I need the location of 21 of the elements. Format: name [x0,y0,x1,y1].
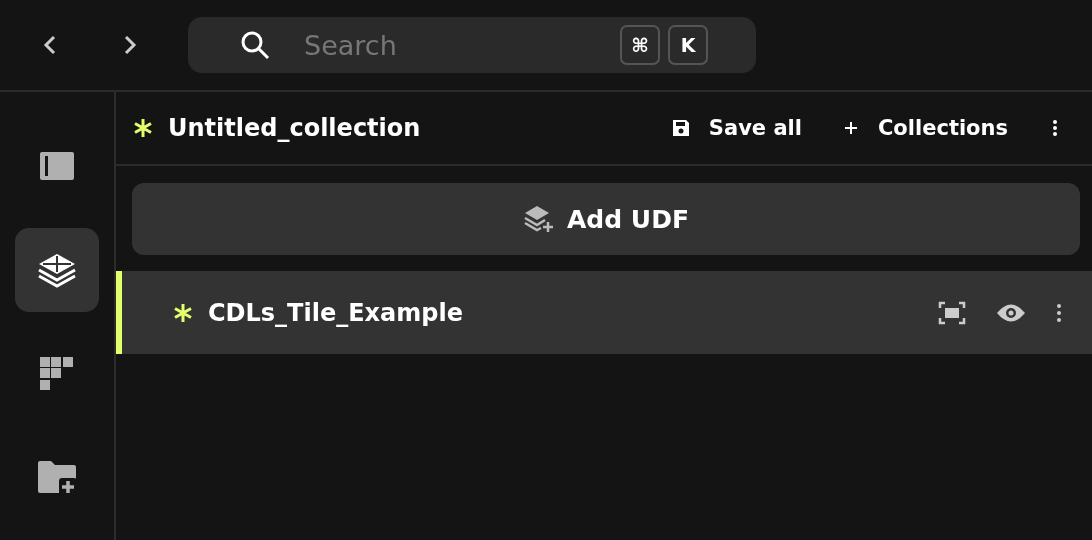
chevron-right-icon [122,33,138,57]
search-field[interactable]: Search [302,28,620,62]
save-icon [670,118,691,138]
search-bar[interactable]: Search ⌘ K [188,17,756,73]
tiles-icon [39,356,75,392]
save-button[interactable]: Save all [670,116,802,140]
add-udf-button[interactable]: Add UDF [132,183,1080,255]
more-icon [1052,119,1058,137]
sidebar-layers-button[interactable] [15,228,99,312]
sidebar-panel-icon [39,151,75,181]
udf-row[interactable]: CDLs_Tile_Example [116,271,1092,354]
folder-add-icon [37,460,77,496]
add-button[interactable]: Collections [841,116,1008,140]
udf-name: CDLs_Tile_Example [208,298,463,327]
more-icon [1056,302,1062,323]
collection-title: Untitled_collection [168,114,421,142]
shortcut-key: ⌘ [620,25,660,65]
shortcut-key: K [668,25,708,65]
layers-add-icon [523,204,553,234]
fit-view-icon [938,300,966,325]
chevron-left-icon [42,33,58,57]
